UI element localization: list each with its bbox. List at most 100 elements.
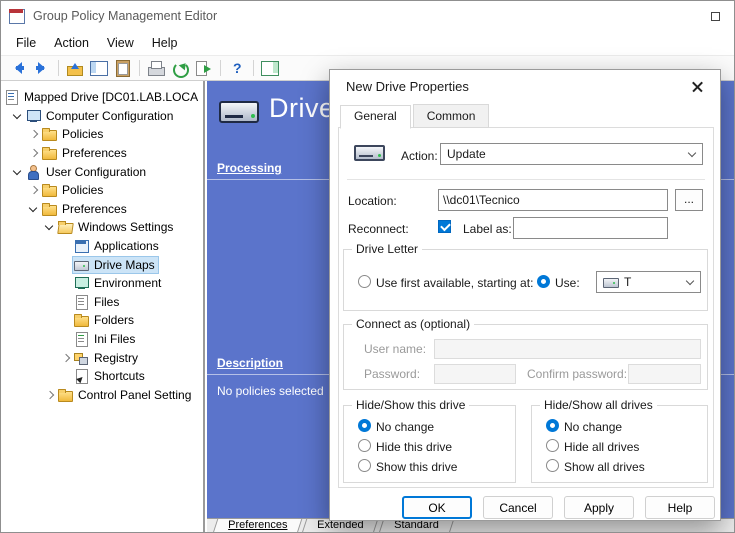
paste-icon[interactable]: [112, 58, 134, 78]
show-console-tree-icon[interactable]: [88, 58, 110, 78]
expander-placeholder: [59, 369, 73, 383]
label-as-input[interactable]: [513, 217, 668, 239]
help-icon[interactable]: [226, 58, 248, 78]
location-input[interactable]: [438, 189, 668, 211]
tree-item-policies[interactable]: Policies: [1, 181, 203, 200]
registry-icon: [74, 351, 89, 365]
password-input: [434, 364, 516, 384]
tree-item-user-configuration[interactable]: User Configuration: [1, 162, 203, 181]
menu-view[interactable]: View: [98, 33, 143, 53]
password-label: Password:: [364, 367, 420, 381]
folder-icon: [42, 127, 57, 141]
tree-item-computer-configuration[interactable]: Computer Configuration: [1, 107, 203, 126]
print-icon[interactable]: [145, 58, 167, 78]
tab-common[interactable]: Common: [413, 104, 490, 128]
toolbar-separator: [139, 60, 140, 76]
tab-standard[interactable]: Standard: [379, 519, 454, 533]
all-no-change-radio[interactable]: [546, 419, 559, 432]
menu-help[interactable]: Help: [143, 33, 187, 53]
up-level-icon[interactable]: [64, 58, 86, 78]
back-icon[interactable]: [7, 58, 29, 78]
toolbar-separator: [58, 60, 59, 76]
show-all-drives-radio[interactable]: [546, 459, 559, 472]
help-button[interactable]: Help: [645, 496, 715, 519]
tab-extended[interactable]: Extended: [302, 519, 379, 533]
open-folder-icon: [58, 220, 73, 234]
drive-letter-group: Drive Letter Use first available, starti…: [343, 249, 708, 311]
maximize-button[interactable]: [700, 1, 730, 31]
divider: [347, 179, 705, 180]
tree-item-applications[interactable]: Applications: [1, 237, 203, 256]
use-radio[interactable]: [537, 275, 550, 288]
hide-this-drive-radio[interactable]: [358, 439, 371, 452]
tree-item-label: User Configuration: [45, 165, 146, 179]
console-tree: Mapped Drive [DC01.LAB.LOCA Computer Con…: [1, 81, 205, 532]
tree-item-label: Applications: [93, 239, 159, 253]
shortcuts-icon: [74, 369, 89, 383]
this-no-change-radio[interactable]: [358, 419, 371, 432]
tree-item-preferences[interactable]: Preferences: [1, 144, 203, 163]
drive-icon: [603, 276, 619, 288]
tree-item-folders[interactable]: Folders: [1, 311, 203, 330]
tree-item-policies[interactable]: Policies: [1, 125, 203, 144]
expander-placeholder: [59, 276, 73, 290]
files-icon: [74, 295, 89, 309]
folders-icon: [74, 313, 89, 327]
action-select[interactable]: Update: [440, 143, 703, 165]
chevron-right-icon[interactable]: [27, 183, 41, 197]
expander-placeholder: [59, 332, 73, 346]
dialog-tabs: General Common: [340, 104, 491, 128]
tab-preferences[interactable]: Preferences: [213, 519, 303, 533]
connect-as-group: Connect as (optional) User name: Passwor…: [343, 324, 708, 390]
tree-item-shortcuts[interactable]: Shortcuts: [1, 367, 203, 386]
cancel-button[interactable]: Cancel: [483, 496, 553, 519]
hide-all-drives-label: Hide all drives: [564, 440, 639, 454]
apply-button[interactable]: Apply: [564, 496, 634, 519]
tree-item-ini-files[interactable]: Ini Files: [1, 330, 203, 349]
close-icon[interactable]: [682, 76, 712, 98]
export-list-icon[interactable]: [193, 58, 215, 78]
action-pane-icon[interactable]: [259, 58, 281, 78]
chevron-right-icon[interactable]: [43, 388, 57, 402]
hide-show-all-drives-group: Hide/Show all drives No change Hide all …: [531, 405, 708, 483]
connect-as-group-label: Connect as (optional): [352, 317, 474, 331]
chevron-right-icon[interactable]: [27, 127, 41, 141]
tree-item-label: Registry: [93, 351, 138, 365]
tree-item-label: Mapped Drive [DC01.LAB.LOCA: [23, 90, 198, 104]
description-link[interactable]: Description: [217, 356, 283, 370]
general-tab-content: Action: Update Location: ... Reconnect: …: [338, 127, 714, 488]
show-this-drive-radio[interactable]: [358, 459, 371, 472]
hide-all-drives-radio[interactable]: [546, 439, 559, 452]
tree-item-root[interactable]: Mapped Drive [DC01.LAB.LOCA: [1, 88, 203, 107]
browse-button[interactable]: ...: [675, 189, 703, 211]
tab-general[interactable]: General: [340, 105, 411, 129]
tree-item-environment[interactable]: Environment: [1, 274, 203, 293]
confirm-password-input: [628, 364, 701, 384]
show-this-drive-label: Show this drive: [376, 460, 457, 474]
chevron-down-icon[interactable]: [11, 109, 25, 123]
use-first-available-radio[interactable]: [358, 275, 371, 288]
drive-letter-select[interactable]: T: [596, 271, 701, 293]
drive-action-icon: [353, 140, 387, 168]
menu-file[interactable]: File: [7, 33, 45, 53]
chevron-right-icon[interactable]: [59, 351, 73, 365]
tree-item-control-panel-settings[interactable]: Control Panel Setting: [1, 386, 203, 405]
tree-item-preferences[interactable]: Preferences: [1, 200, 203, 219]
ok-button[interactable]: OK: [402, 496, 472, 519]
expander-placeholder: [59, 239, 73, 253]
chevron-down-icon[interactable]: [43, 220, 57, 234]
drive-letter-group-label: Drive Letter: [352, 242, 422, 256]
chevron-down-icon[interactable]: [11, 165, 25, 179]
processing-link[interactable]: Processing: [217, 161, 282, 175]
tree-item-files[interactable]: Files: [1, 293, 203, 312]
menu-action[interactable]: Action: [45, 33, 98, 53]
refresh-icon[interactable]: [169, 58, 191, 78]
tree-item-label: Policies: [61, 127, 103, 141]
tree-item-registry[interactable]: Registry: [1, 348, 203, 367]
chevron-right-icon[interactable]: [27, 146, 41, 160]
tree-item-drive-maps[interactable]: Drive Maps: [1, 255, 203, 274]
forward-icon[interactable]: [31, 58, 53, 78]
chevron-down-icon[interactable]: [27, 202, 41, 216]
reconnect-checkbox[interactable]: [438, 220, 451, 233]
tree-item-windows-settings[interactable]: Windows Settings: [1, 218, 203, 237]
